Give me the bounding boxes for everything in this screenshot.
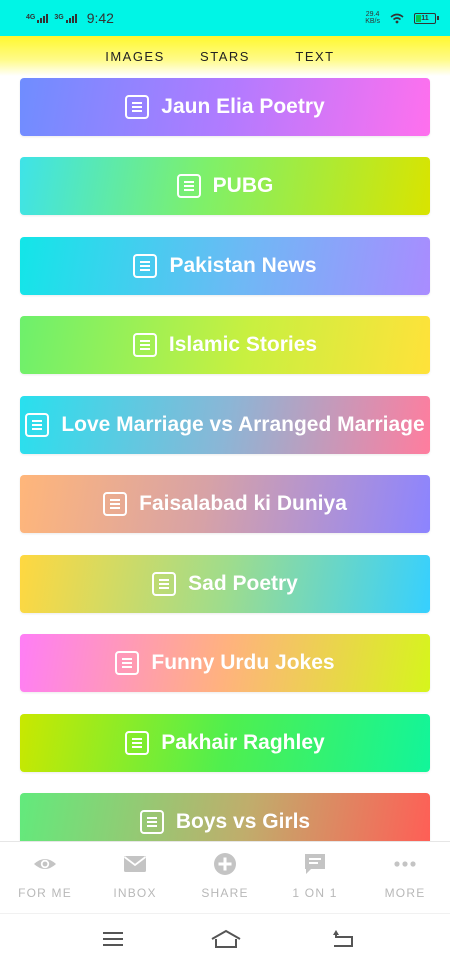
nav-label: 1 ON 1 <box>292 886 338 900</box>
document-icon <box>103 492 128 516</box>
category-label: Jaun Elia Poetry <box>161 95 325 118</box>
plus-circle-icon <box>214 853 236 875</box>
document-icon <box>115 651 140 675</box>
more-dots-icon <box>394 861 416 867</box>
document-icon <box>139 810 164 834</box>
document-icon <box>132 333 157 357</box>
nav-label: MORE <box>384 886 426 900</box>
category-card-faisalabad-ki-duniya[interactable]: Faisalabad ki Duniya <box>20 475 430 533</box>
nav-1-on-1[interactable]: 1 ON 1 <box>270 842 360 913</box>
network-3g: 3G <box>54 13 77 23</box>
category-card-islamic-stories[interactable]: Islamic Stories <box>20 316 430 374</box>
category-label: Pakistan News <box>169 254 317 277</box>
document-icon <box>125 731 150 755</box>
category-card-pakhair-raghley[interactable]: Pakhair Raghley <box>20 714 430 772</box>
category-list[interactable]: Jaun Elia Poetry PUBG Pakistan News Isla… <box>0 76 450 841</box>
mail-icon <box>123 856 147 872</box>
menu-icon[interactable] <box>100 928 126 950</box>
nav-inbox[interactable]: INBOX <box>90 842 180 913</box>
category-label: Sad Poetry <box>188 572 298 595</box>
document-icon <box>176 174 201 198</box>
network-4g: 4G <box>26 13 49 23</box>
status-bar: 4G 3G 9:42 29.4 KB/s 11 <box>0 0 450 36</box>
chat-icon <box>305 854 325 874</box>
category-label: Funny Urdu Jokes <box>151 651 335 674</box>
category-label: Islamic Stories <box>168 333 318 356</box>
network-speed-value: 29.4 <box>365 11 380 18</box>
signal-icon <box>37 13 49 23</box>
eye-icon <box>34 859 56 869</box>
category-card-pubg[interactable]: PUBG <box>20 157 430 215</box>
status-time: 9:42 <box>86 10 114 26</box>
nav-label: INBOX <box>113 886 157 900</box>
network-4g-label: 4G <box>26 13 36 21</box>
network-speed: 29.4 KB/s <box>365 11 380 25</box>
nav-label: FOR ME <box>18 886 72 900</box>
document-icon <box>125 95 150 119</box>
document-icon <box>25 413 50 437</box>
bottom-nav: FOR ME INBOX SHARE 1 ON 1 MORE <box>0 841 450 913</box>
signal-icon <box>65 13 77 23</box>
nav-for-me[interactable]: FOR ME <box>0 842 90 913</box>
back-icon[interactable] <box>330 928 356 950</box>
battery-icon: 11 <box>414 12 439 24</box>
category-card-pakistan-news[interactable]: Pakistan News <box>20 237 430 295</box>
category-card-boys-vs-girls[interactable]: Boys vs Girls <box>20 793 430 841</box>
category-label: Boys vs Girls <box>175 810 311 833</box>
category-card-funny-urdu-jokes[interactable]: Funny Urdu Jokes <box>20 634 430 692</box>
network-speed-unit: KB/s <box>365 18 380 25</box>
nav-label: SHARE <box>201 886 249 900</box>
tab-text[interactable]: TEXT <box>270 49 360 64</box>
wifi-icon <box>390 13 404 23</box>
network-3g-label: 3G <box>54 13 64 21</box>
status-left: 4G 3G 9:42 <box>26 10 114 26</box>
nav-share[interactable]: SHARE <box>180 842 270 913</box>
top-tab-bar: IMAGES STARS TEXT <box>0 36 450 76</box>
category-card-sad-poetry[interactable]: Sad Poetry <box>20 555 430 613</box>
battery-level: 11 <box>421 14 429 22</box>
category-card-jaun-elia-poetry[interactable]: Jaun Elia Poetry <box>20 78 430 136</box>
system-nav-bar <box>0 913 450 965</box>
nav-more[interactable]: MORE <box>360 842 450 913</box>
tab-stars[interactable]: STARS <box>180 49 270 64</box>
category-label: Pakhair Raghley <box>161 731 325 754</box>
document-icon <box>152 572 177 596</box>
category-label: Faisalabad ki Duniya <box>139 492 347 515</box>
tab-images[interactable]: IMAGES <box>90 49 180 64</box>
category-label: PUBG <box>212 174 274 197</box>
category-label: Love Marriage vs Arranged Marriage <box>61 413 425 436</box>
category-card-love-marriage[interactable]: Love Marriage vs Arranged Marriage <box>20 396 430 454</box>
document-icon <box>133 254 158 278</box>
status-right: 29.4 KB/s 11 <box>365 11 439 25</box>
home-icon[interactable] <box>210 928 242 950</box>
